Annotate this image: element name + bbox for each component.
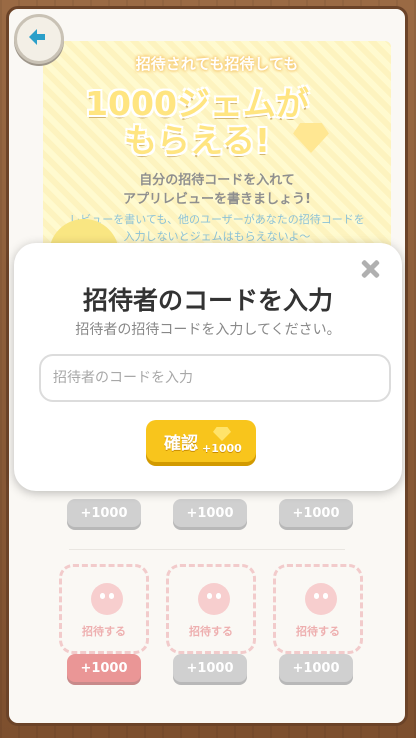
invite-slot[interactable]: 招待する — [166, 564, 256, 654]
smiley-icon — [91, 583, 123, 615]
smiley-icon — [198, 583, 230, 615]
invite-slot[interactable]: 招待する — [273, 564, 363, 654]
banner-instruction: 自分の招待コードを入れて アプリレビューを書きましょう! — [123, 173, 311, 207]
smiley-icon — [305, 583, 337, 615]
reward-button[interactable]: +1000 — [279, 654, 353, 682]
banner-headline: 1000ジェムが もらえる! — [85, 84, 309, 160]
modal-subtitle: 招待者の招待コードを入力してください。 — [75, 322, 341, 338]
invite-slot[interactable]: 招待する — [59, 564, 149, 654]
banner-top-text: 招待されても招待しても — [135, 55, 299, 73]
invite-code-input[interactable] — [39, 354, 391, 402]
reward-button[interactable]: +1000 — [173, 654, 247, 682]
confirm-bonus: +1000 — [202, 442, 242, 455]
row-divider — [69, 549, 345, 550]
reward-button[interactable]: +1000 — [67, 499, 141, 527]
back-button[interactable] — [14, 14, 64, 64]
invite-banner: 招待されても招待しても 1000ジェムが もらえる! 自分の招待コードを入れて … — [43, 41, 391, 251]
close-icon[interactable] — [358, 257, 382, 281]
reward-button[interactable]: +1000 — [279, 499, 353, 527]
back-arrow-icon — [29, 29, 45, 45]
reward-button[interactable]: +1000 — [67, 654, 141, 682]
invite-code-modal: 招待者のコードを入力 招待者の招待コードを入力してください。 確認 +1000 — [14, 243, 402, 491]
confirm-button[interactable]: 確認 +1000 — [146, 420, 256, 462]
reward-button[interactable]: +1000 — [173, 499, 247, 527]
modal-title: 招待者のコードを入力 — [82, 286, 333, 315]
confirm-label: 確認 — [164, 434, 198, 454]
gem-icon — [213, 427, 231, 441]
